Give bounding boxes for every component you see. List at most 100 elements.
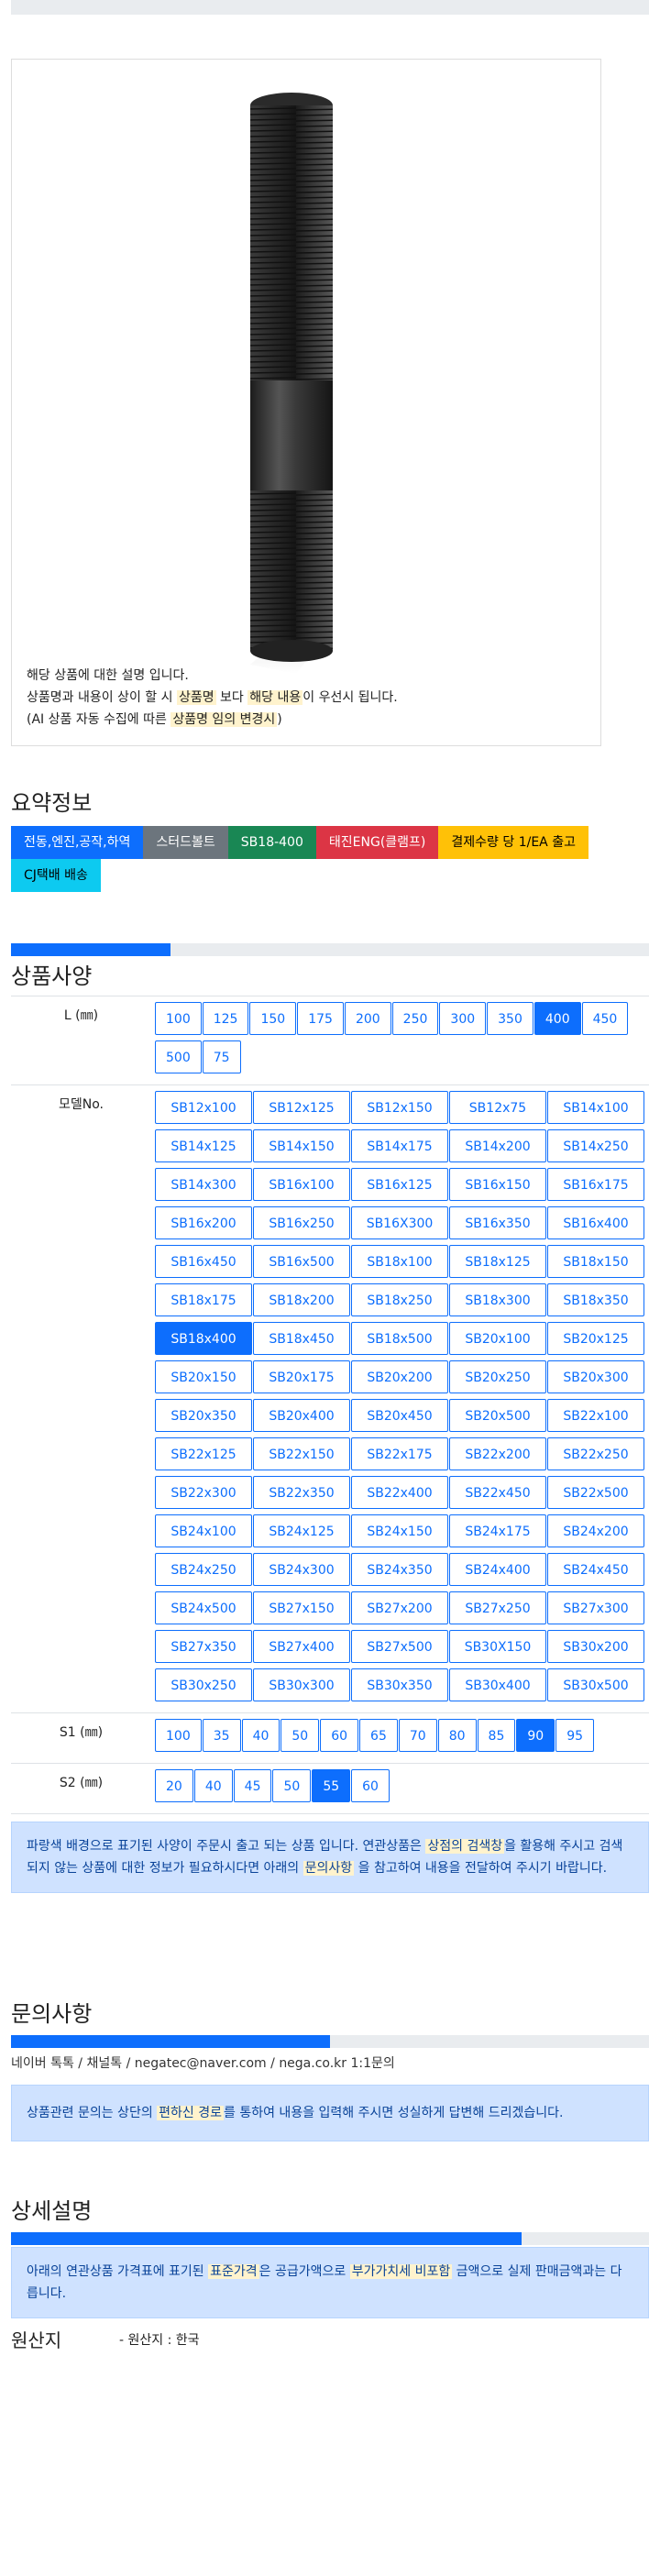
spec-option-button[interactable]: SB27x200 xyxy=(351,1591,448,1624)
spec-option-button[interactable]: 125 xyxy=(202,1002,249,1035)
spec-option-button[interactable]: SB30x200 xyxy=(547,1630,644,1663)
spec-option-button[interactable]: 70 xyxy=(398,1719,437,1752)
spec-option-button[interactable]: SB16x250 xyxy=(253,1206,350,1239)
spec-option-button[interactable]: 50 xyxy=(272,1769,312,1802)
spec-option-button[interactable]: 400 xyxy=(534,1002,581,1035)
spec-option-button[interactable]: SB30X150 xyxy=(449,1630,546,1663)
spec-option-button[interactable]: SB18x300 xyxy=(449,1283,546,1316)
spec-option-button[interactable]: SB27x350 xyxy=(155,1630,252,1663)
spec-option-button[interactable]: SB18x400 xyxy=(155,1322,252,1355)
spec-option-button[interactable]: SB14x300 xyxy=(155,1168,252,1201)
spec-option-button[interactable]: 85 xyxy=(477,1719,516,1752)
spec-option-button[interactable]: SB16X300 xyxy=(351,1206,448,1239)
spec-option-button[interactable]: SB30x500 xyxy=(547,1668,644,1701)
spec-option-button[interactable]: SB18x450 xyxy=(253,1322,350,1355)
spec-option-button[interactable]: SB22x175 xyxy=(351,1437,448,1470)
spec-option-button[interactable]: 175 xyxy=(297,1002,344,1035)
spec-option-button[interactable]: SB22x400 xyxy=(351,1476,448,1509)
spec-option-button[interactable]: SB16x125 xyxy=(351,1168,448,1201)
naver-talktalk-link[interactable]: 네이버 톡톡 xyxy=(11,2056,74,2071)
spec-option-button[interactable]: 60 xyxy=(320,1719,359,1752)
spec-option-button[interactable]: 55 xyxy=(312,1769,351,1802)
spec-option-button[interactable]: SB16x450 xyxy=(155,1245,252,1278)
email-link[interactable]: negatec@naver.com xyxy=(135,2056,267,2071)
spec-option-button[interactable]: SB30x300 xyxy=(253,1668,350,1701)
spec-option-button[interactable]: SB22x150 xyxy=(253,1437,350,1470)
spec-option-button[interactable]: SB22x500 xyxy=(547,1476,644,1509)
spec-option-button[interactable]: SB16x400 xyxy=(547,1206,644,1239)
spec-option-button[interactable]: 200 xyxy=(344,1002,391,1035)
spec-option-button[interactable]: SB24x100 xyxy=(155,1514,252,1547)
spec-option-button[interactable]: SB14x125 xyxy=(155,1129,252,1162)
spec-option-button[interactable]: 300 xyxy=(439,1002,487,1035)
spec-option-button[interactable]: SB24x300 xyxy=(253,1553,350,1586)
spec-option-button[interactable]: SB20x250 xyxy=(449,1360,546,1393)
spec-option-button[interactable]: 40 xyxy=(241,1719,280,1752)
spec-option-button[interactable]: SB14x250 xyxy=(547,1129,644,1162)
spec-option-button[interactable]: SB16x350 xyxy=(449,1206,546,1239)
spec-option-button[interactable]: SB20x200 xyxy=(351,1360,448,1393)
spec-option-button[interactable]: SB24x250 xyxy=(155,1553,252,1586)
spec-option-button[interactable]: SB24x175 xyxy=(449,1514,546,1547)
spec-option-button[interactable]: 65 xyxy=(359,1719,398,1752)
spec-option-button[interactable]: SB24x400 xyxy=(449,1553,546,1586)
spec-option-button[interactable]: SB14x100 xyxy=(547,1091,644,1124)
spec-option-button[interactable]: SB14x175 xyxy=(351,1129,448,1162)
spec-option-button[interactable]: SB12x75 xyxy=(449,1091,546,1124)
spec-option-button[interactable]: SB16x100 xyxy=(253,1168,350,1201)
spec-option-button[interactable]: SB20x125 xyxy=(547,1322,644,1355)
spec-option-button[interactable]: SB30x400 xyxy=(449,1668,546,1701)
spec-option-button[interactable]: SB27x400 xyxy=(253,1630,350,1663)
spec-option-button[interactable]: SB27x250 xyxy=(449,1591,546,1624)
spec-option-button[interactable]: 50 xyxy=(280,1719,320,1752)
spec-option-button[interactable]: SB30x250 xyxy=(155,1668,252,1701)
spec-option-button[interactable]: SB14x150 xyxy=(253,1129,350,1162)
spec-option-button[interactable]: SB18x350 xyxy=(547,1283,644,1316)
spec-option-button[interactable]: SB22x300 xyxy=(155,1476,252,1509)
spec-option-button[interactable]: 80 xyxy=(437,1719,477,1752)
spec-option-button[interactable]: SB24x500 xyxy=(155,1591,252,1624)
spec-option-button[interactable]: SB24x350 xyxy=(351,1553,448,1586)
spec-option-button[interactable]: 75 xyxy=(202,1040,241,1073)
spec-option-button[interactable]: SB18x125 xyxy=(449,1245,546,1278)
spec-option-button[interactable]: SB20x100 xyxy=(449,1322,546,1355)
spec-option-button[interactable]: 95 xyxy=(556,1719,595,1752)
spec-option-button[interactable]: SB22x250 xyxy=(547,1437,644,1470)
spec-option-button[interactable]: SB24x450 xyxy=(547,1553,644,1586)
spec-option-button[interactable]: SB20x300 xyxy=(547,1360,644,1393)
spec-option-button[interactable]: SB16x500 xyxy=(253,1245,350,1278)
spec-option-button[interactable]: SB18x200 xyxy=(253,1283,350,1316)
spec-option-button[interactable]: 500 xyxy=(155,1040,202,1073)
spec-option-button[interactable]: 450 xyxy=(581,1002,629,1035)
spec-option-button[interactable]: SB22x450 xyxy=(449,1476,546,1509)
spec-option-button[interactable]: SB18x100 xyxy=(351,1245,448,1278)
spec-option-button[interactable]: SB20x400 xyxy=(253,1399,350,1432)
spec-option-button[interactable]: SB12x125 xyxy=(253,1091,350,1124)
spec-option-button[interactable]: 45 xyxy=(233,1769,272,1802)
spec-option-button[interactable]: SB22x125 xyxy=(155,1437,252,1470)
channel-talk-link[interactable]: 채널톡 xyxy=(86,2056,122,2071)
spec-option-button[interactable]: SB30x350 xyxy=(351,1668,448,1701)
spec-option-button[interactable]: 250 xyxy=(391,1002,439,1035)
spec-option-button[interactable]: SB20x175 xyxy=(253,1360,350,1393)
spec-option-button[interactable]: SB16x150 xyxy=(449,1168,546,1201)
spec-option-button[interactable]: SB27x300 xyxy=(547,1591,644,1624)
spec-option-button[interactable]: SB24x200 xyxy=(547,1514,644,1547)
spec-option-button[interactable]: SB12x150 xyxy=(351,1091,448,1124)
spec-option-button[interactable]: SB20x350 xyxy=(155,1399,252,1432)
spec-option-button[interactable]: SB16x200 xyxy=(155,1206,252,1239)
spec-option-button[interactable]: SB18x250 xyxy=(351,1283,448,1316)
spec-option-button[interactable]: SB22x350 xyxy=(253,1476,350,1509)
spec-option-button[interactable]: SB18x175 xyxy=(155,1283,252,1316)
spec-option-button[interactable]: SB20x500 xyxy=(449,1399,546,1432)
spec-option-button[interactable]: 60 xyxy=(351,1769,390,1802)
spec-option-button[interactable]: SB24x125 xyxy=(253,1514,350,1547)
spec-option-button[interactable]: 40 xyxy=(193,1769,233,1802)
spec-option-button[interactable]: SB20x150 xyxy=(155,1360,252,1393)
spec-option-button[interactable]: SB12x100 xyxy=(155,1091,252,1124)
spec-option-button[interactable]: SB22x100 xyxy=(547,1399,644,1432)
spec-option-button[interactable]: SB18x150 xyxy=(547,1245,644,1278)
spec-option-button[interactable]: SB14x200 xyxy=(449,1129,546,1162)
spec-option-button[interactable]: SB20x450 xyxy=(351,1399,448,1432)
spec-option-button[interactable]: 100 xyxy=(155,1002,202,1035)
